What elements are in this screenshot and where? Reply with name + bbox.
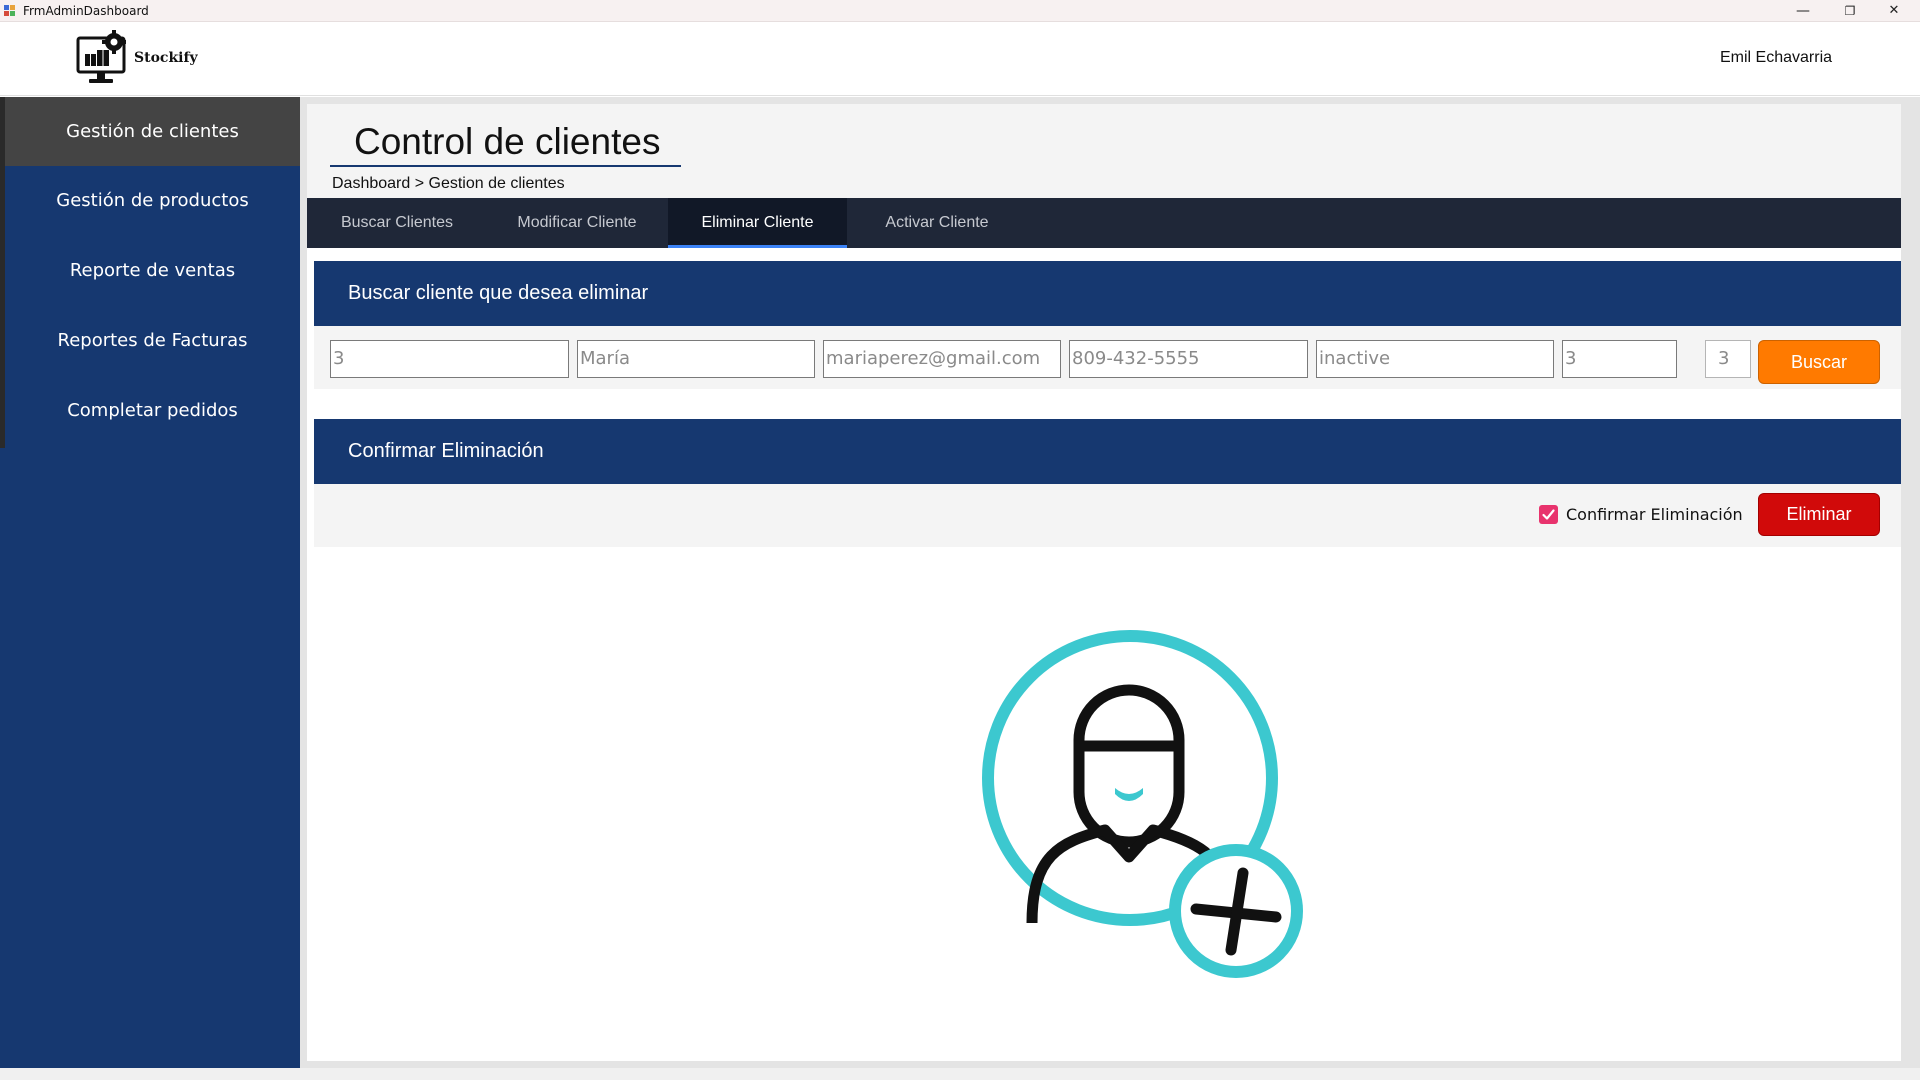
breadcrumb: Dashboard > Gestion de clientes bbox=[332, 175, 565, 192]
window-title: FrmAdminDashboard bbox=[23, 4, 149, 18]
minimize-button[interactable]: — bbox=[1781, 0, 1825, 22]
confirm-checkbox-label[interactable]: Confirmar Eliminación bbox=[1566, 505, 1743, 524]
title-bar: FrmAdminDashboard — ❐ ✕ bbox=[0, 0, 1920, 22]
search-form: 3 María mariaperez@gmail.com 809-432-555… bbox=[314, 326, 1901, 389]
confirm-section-header: Confirmar Eliminación bbox=[314, 419, 1901, 484]
client-status-field[interactable]: inactive bbox=[1316, 340, 1554, 378]
brand-name: Stockify bbox=[134, 50, 198, 66]
maximize-button[interactable]: ❐ bbox=[1828, 0, 1872, 22]
user-name[interactable]: Emil Echavarria bbox=[1720, 49, 1832, 67]
tab-bar: Buscar Clientes Modificar Cliente Elimin… bbox=[307, 198, 1901, 248]
client-email-field[interactable]: mariaperez@gmail.com bbox=[823, 340, 1061, 378]
sidebar: Gestión de clientes Gestión de productos… bbox=[0, 97, 300, 1068]
add-user-icon bbox=[982, 630, 1303, 978]
app-header: Stockify Emil Echavarria bbox=[0, 22, 1920, 96]
confirm-checkbox[interactable] bbox=[1539, 505, 1558, 524]
app-window: FrmAdminDashboard — ❐ ✕ Stockify Emil Ec… bbox=[0, 0, 1920, 1080]
client-id-field[interactable]: 3 bbox=[330, 340, 569, 378]
client-name-field[interactable]: María bbox=[577, 340, 815, 378]
main-area: Control de clientes Dashboard > Gestion … bbox=[300, 97, 1920, 1068]
status-bar bbox=[0, 1068, 1920, 1080]
content-card: Control de clientes Dashboard > Gestion … bbox=[307, 104, 1901, 1061]
search-section-header: Buscar cliente que desea eliminar bbox=[314, 261, 1901, 326]
client-extra-field[interactable]: 3 bbox=[1562, 340, 1677, 378]
confirm-form: Confirmar Eliminación Eliminar bbox=[314, 484, 1901, 547]
page-title: Control de clientes bbox=[354, 121, 661, 162]
page-header: Control de clientes Dashboard > Gestion … bbox=[307, 104, 1901, 198]
tab-eliminar-cliente[interactable]: Eliminar Cliente bbox=[668, 198, 847, 248]
sidebar-item-gestion-clientes[interactable]: Gestión de clientes bbox=[5, 97, 300, 166]
eliminar-button[interactable]: Eliminar bbox=[1758, 493, 1880, 536]
tab-modificar-cliente[interactable]: Modificar Cliente bbox=[487, 198, 667, 248]
title-underline bbox=[330, 165, 681, 167]
sidebar-item-completar-pedidos[interactable]: Completar pedidos bbox=[5, 376, 300, 445]
buscar-button[interactable]: Buscar bbox=[1758, 340, 1880, 384]
search-id-field[interactable]: 3 bbox=[1705, 340, 1751, 378]
sidebar-item-reporte-ventas[interactable]: Reporte de ventas bbox=[5, 236, 300, 305]
search-section-title: Buscar cliente que desea eliminar bbox=[348, 282, 649, 304]
tab-activar-cliente[interactable]: Activar Cliente bbox=[847, 198, 1027, 248]
app-icon bbox=[4, 5, 15, 16]
tab-buscar-clientes[interactable]: Buscar Clientes bbox=[307, 198, 487, 248]
close-button[interactable]: ✕ bbox=[1872, 0, 1916, 22]
sidebar-item-gestion-productos[interactable]: Gestión de productos bbox=[5, 166, 300, 235]
confirm-section-title: Confirmar Eliminación bbox=[348, 440, 544, 462]
monitor-gear-boxes-icon bbox=[76, 30, 126, 83]
sidebar-item-reportes-facturas[interactable]: Reportes de Facturas bbox=[5, 306, 300, 375]
client-phone-field[interactable]: 809-432-5555 bbox=[1069, 340, 1308, 378]
checkmark-icon bbox=[1542, 509, 1555, 520]
